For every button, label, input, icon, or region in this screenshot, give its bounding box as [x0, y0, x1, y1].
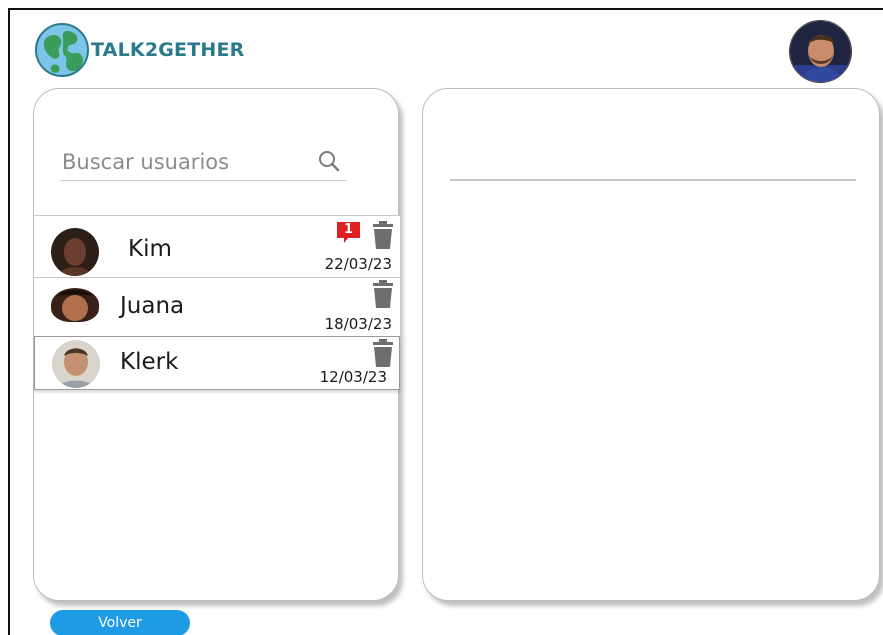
contacts-panel: Kim 1 22/03/23 [33, 88, 400, 601]
unread-badge: 1 [336, 221, 361, 245]
profile-avatar[interactable] [789, 20, 852, 83]
avatar [51, 228, 99, 276]
chat-header-divider [450, 179, 856, 181]
last-message-date: 18/03/23 [324, 315, 392, 333]
trash-icon[interactable] [371, 280, 395, 312]
trash-icon[interactable] [371, 221, 395, 253]
app-logo[interactable]: TALK2GETHER [35, 23, 245, 77]
search-bar [60, 147, 346, 181]
back-button[interactable]: Volver [50, 610, 190, 635]
user-list: Kim 1 22/03/23 Juana 18/03/23 Klerk 12/0… [34, 215, 400, 390]
user-name: Kim [128, 236, 172, 262]
last-message-date: 12/03/23 [319, 368, 387, 386]
search-icon[interactable] [318, 150, 340, 176]
list-item[interactable]: Juana 18/03/23 [34, 277, 400, 336]
chat-panel [422, 88, 880, 601]
user-name: Juana [120, 293, 185, 319]
avatar [51, 288, 99, 322]
list-item[interactable]: Kim 1 22/03/23 [34, 215, 400, 277]
unread-count: 1 [343, 222, 354, 237]
avatar [52, 340, 100, 388]
globe-icon [35, 23, 89, 77]
trash-icon[interactable] [371, 339, 395, 371]
brand-name: TALK2GETHER [91, 39, 245, 61]
search-input[interactable] [60, 147, 310, 177]
user-name: Klerk [120, 349, 179, 375]
last-message-date: 22/03/23 [324, 255, 392, 273]
list-item[interactable]: Klerk 12/03/23 [34, 336, 400, 390]
